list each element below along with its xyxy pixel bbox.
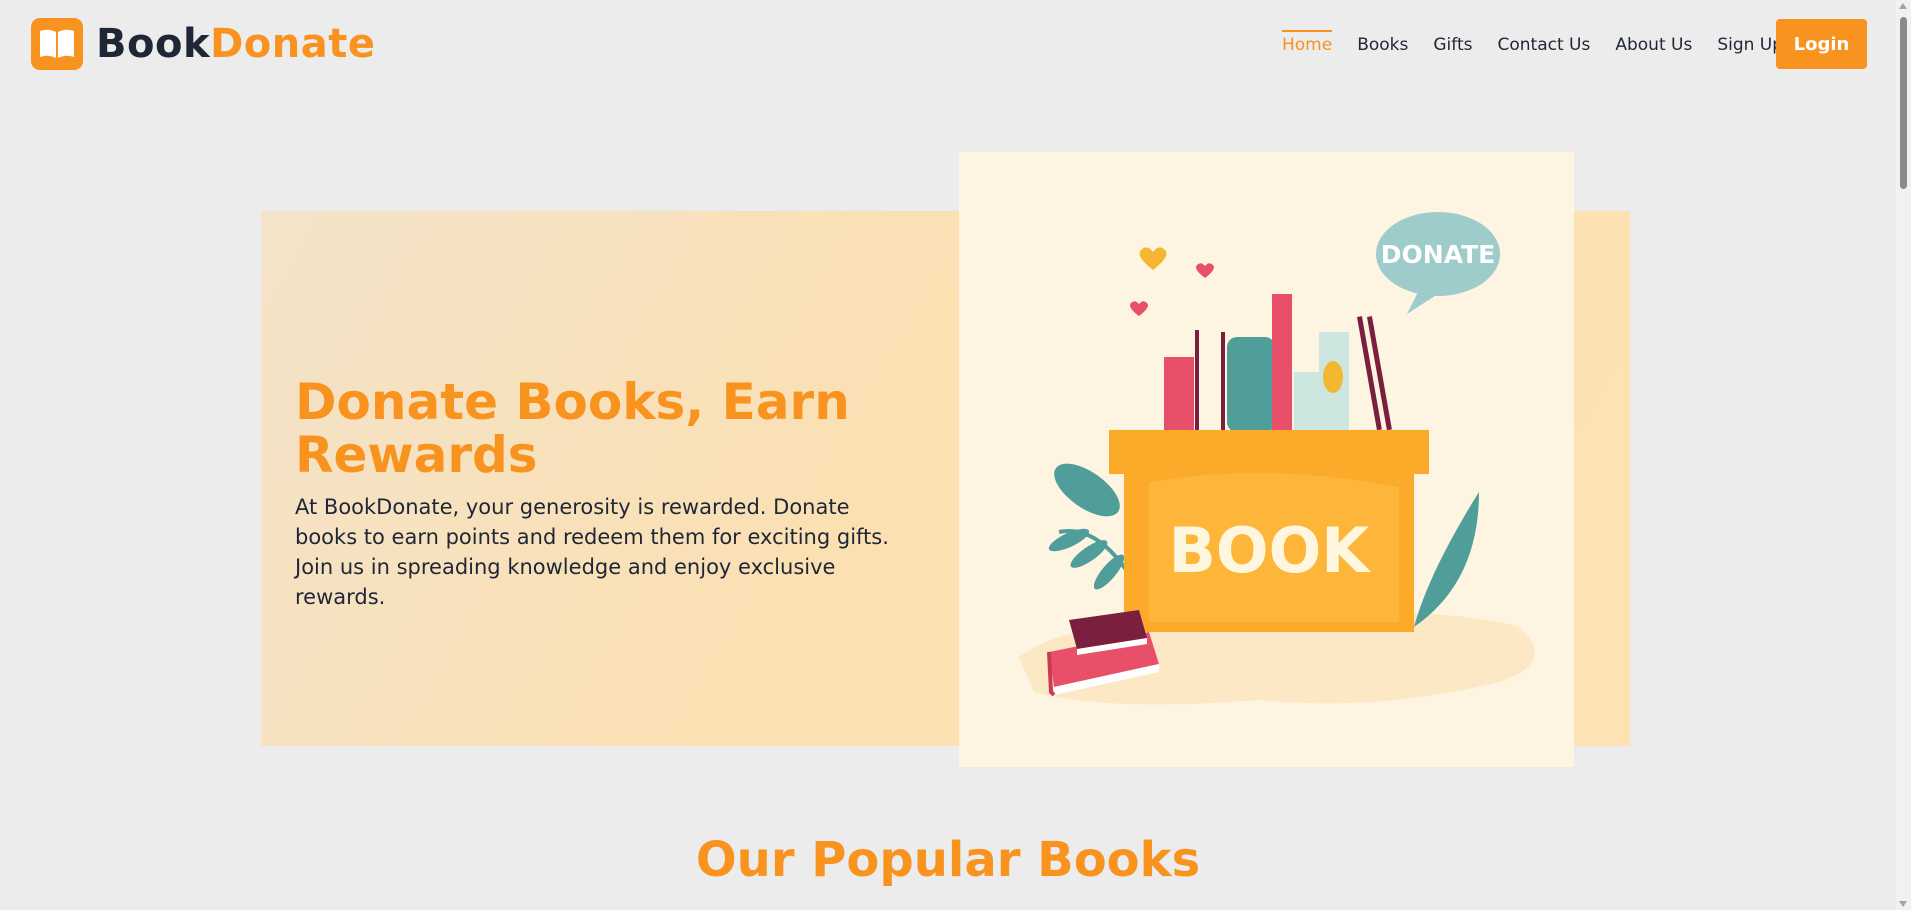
donation-box-illustration: DONATE BOOK bbox=[959, 152, 1574, 767]
brand-logo[interactable]: BookDonate bbox=[31, 18, 375, 70]
vertical-scrollbar[interactable] bbox=[1896, 0, 1911, 910]
nav-about-us[interactable]: About Us bbox=[1615, 30, 1692, 60]
nav-books[interactable]: Books bbox=[1357, 30, 1408, 60]
nav-home[interactable]: Home bbox=[1282, 30, 1333, 60]
box-label: BOOK bbox=[1169, 514, 1372, 587]
scroll-up-arrow-icon[interactable] bbox=[1899, 3, 1907, 9]
brand-name-part1: Book bbox=[96, 21, 211, 67]
scrollbar-thumb[interactable] bbox=[1900, 17, 1907, 189]
svg-text:DONATE: DONATE bbox=[1381, 240, 1495, 269]
scroll-down-arrow-icon[interactable] bbox=[1899, 901, 1907, 907]
nav-sign-up[interactable]: Sign Up bbox=[1717, 30, 1783, 60]
login-button[interactable]: Login bbox=[1776, 19, 1867, 69]
hero-title: Donate Books, Earn Rewards bbox=[295, 373, 850, 484]
popular-books-heading: Our Popular Books bbox=[695, 832, 1201, 888]
brand-name-part2: Donate bbox=[210, 21, 376, 67]
nav-contact-us[interactable]: Contact Us bbox=[1497, 30, 1590, 60]
nav-gifts[interactable]: Gifts bbox=[1433, 30, 1472, 60]
hero-description: At BookDonate, your generosity is reward… bbox=[295, 495, 889, 609]
brand-name: BookDonate bbox=[96, 21, 375, 67]
main-menu: Home Books Gifts Contact Us About Us Sig… bbox=[1282, 30, 1808, 60]
top-navigation: BookDonate Home Books Gifts Contact Us A… bbox=[0, 0, 1896, 90]
open-book-icon bbox=[31, 18, 83, 70]
